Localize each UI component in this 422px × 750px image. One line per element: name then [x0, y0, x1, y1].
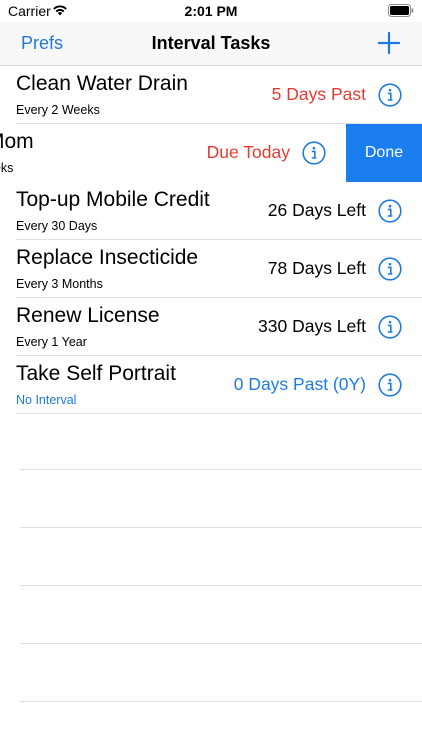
table-row[interactable]: Clean Water Drain Every 2 Weeks 5 Days P… [0, 66, 422, 124]
page-title: Interval Tasks [151, 33, 271, 53]
task-interval: eeks [0, 161, 14, 175]
info-icon[interactable] [378, 373, 402, 397]
row-divider [16, 413, 422, 414]
clock: 2:01 PM [184, 3, 238, 19]
task-status: 78 Days Left [267, 258, 366, 278]
battery-icon [388, 4, 414, 17]
table-row[interactable]: Renew License Every 1 Year 330 Days Left [0, 298, 422, 356]
table-row[interactable]: Top-up Mobile Credit Every 30 Days 26 Da… [0, 182, 422, 240]
info-icon[interactable] [378, 199, 402, 223]
empty-row-divider [20, 643, 422, 644]
task-title: Top-up Mobile Credit [16, 188, 210, 211]
task-title: Take Self Portrait [16, 362, 176, 385]
empty-row-divider [20, 469, 422, 470]
task-status: 0 Days Past (0Y) [233, 374, 366, 394]
plus-icon[interactable] [378, 32, 400, 54]
task-title: Mom [0, 130, 34, 153]
table-row[interactable]: Replace Insecticide Every 3 Months 78 Da… [0, 240, 422, 298]
task-status: Due Today [206, 142, 290, 162]
task-status: 5 Days Past [271, 84, 366, 104]
table-row[interactable]: Take Self Portrait No Interval 0 Days Pa… [0, 356, 422, 414]
task-title: Replace Insecticide [16, 246, 199, 269]
empty-row-divider [20, 527, 422, 528]
info-icon[interactable] [378, 83, 402, 107]
status-bar: Carrier 2:01 PM [0, 0, 422, 22]
info-icon[interactable] [302, 141, 326, 165]
done-button[interactable]: Done [346, 124, 422, 182]
table-row-swiped[interactable]: Mom eeks Due Today Done [0, 124, 422, 182]
empty-row-divider [20, 701, 422, 702]
empty-row-divider [20, 585, 422, 586]
info-icon[interactable] [378, 257, 402, 281]
navigation-bar: Prefs Interval Tasks [0, 22, 422, 66]
task-interval: Every 2 Weeks [16, 103, 100, 117]
task-status: 26 Days Left [267, 200, 366, 220]
task-status: 330 Days Left [258, 316, 366, 336]
task-interval: Every 1 Year [16, 335, 87, 349]
task-interval: No Interval [16, 393, 77, 407]
info-icon[interactable] [378, 315, 402, 339]
task-title: Clean Water Drain [16, 72, 188, 95]
task-title: Renew License [16, 304, 160, 327]
task-interval: Every 3 Months [16, 277, 103, 291]
task-interval: Every 30 Days [16, 219, 98, 233]
